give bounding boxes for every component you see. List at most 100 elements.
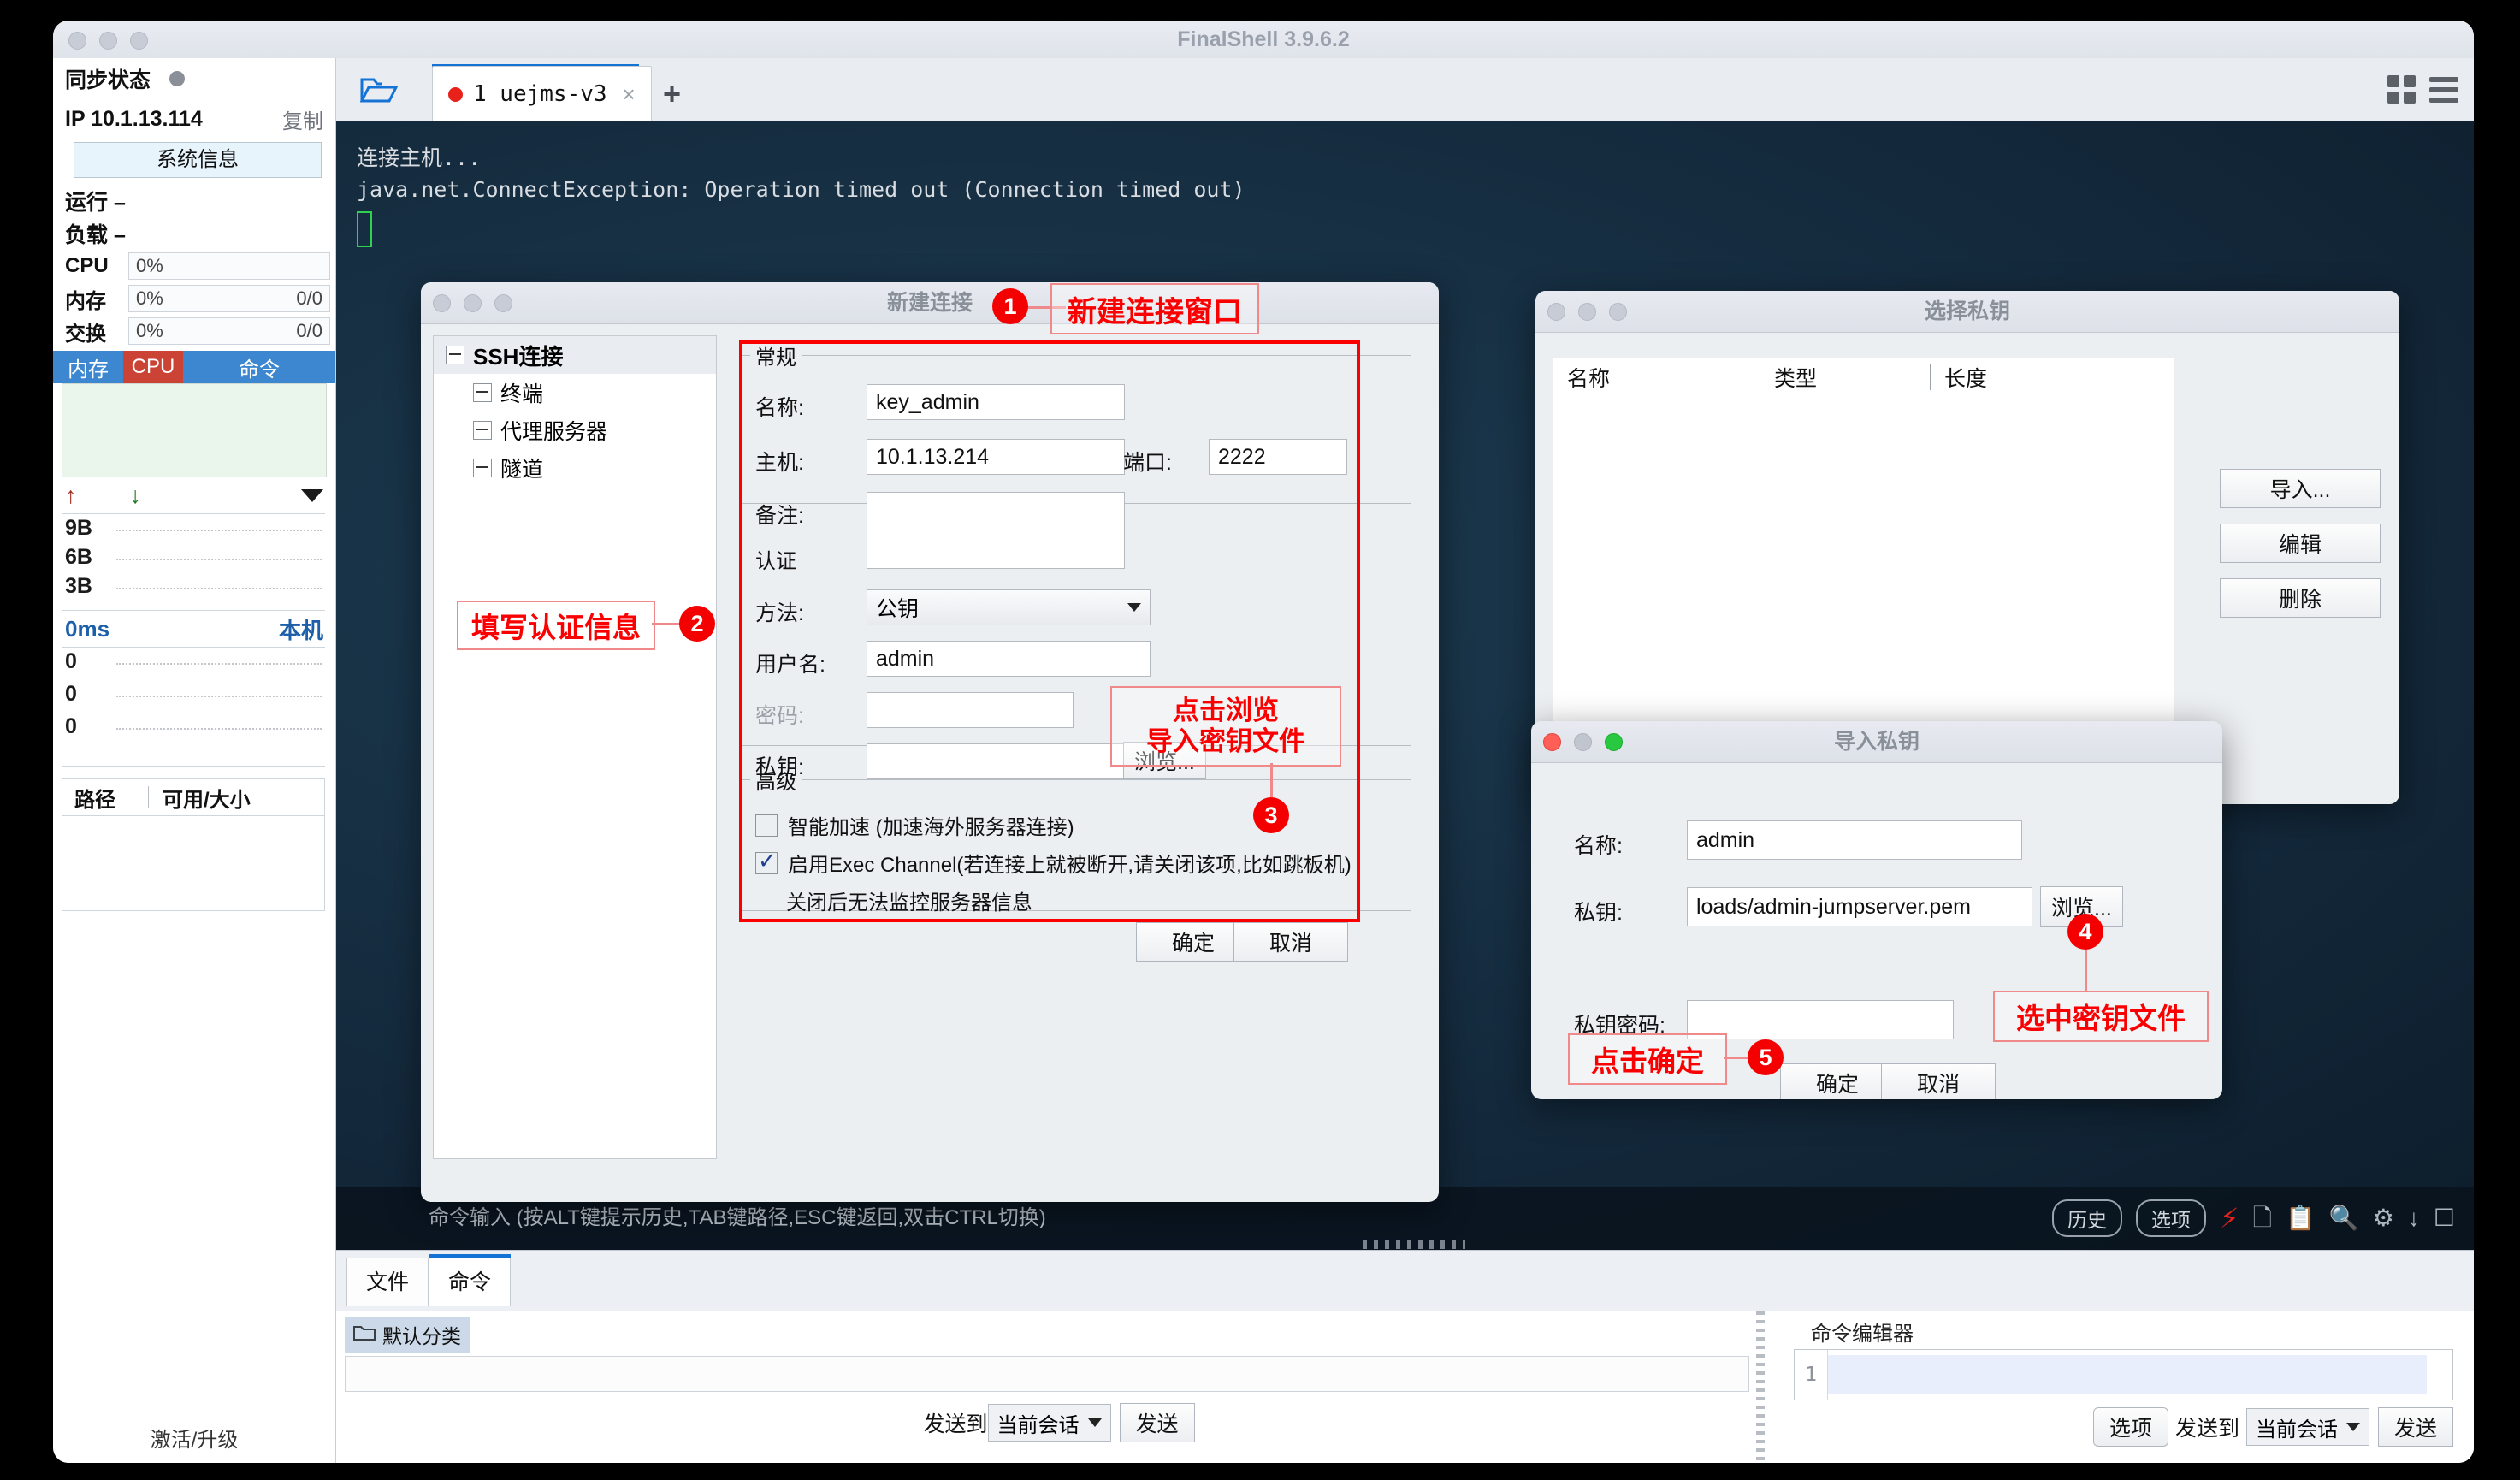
bottom-tabs[interactable]: 文件 命令 bbox=[346, 1254, 512, 1306]
terminal-cursor bbox=[357, 211, 372, 247]
latency-host-label: 本机 bbox=[278, 617, 323, 643]
connection-type-tree[interactable]: SSH连接 终端 代理服务器 隧道 bbox=[433, 335, 717, 1159]
tree-expander-terminal-icon[interactable] bbox=[473, 383, 492, 402]
username-input[interactable]: admin bbox=[867, 641, 1151, 677]
mini-tab-cpu[interactable]: CPU bbox=[123, 351, 183, 383]
new-tab-button[interactable]: + bbox=[663, 79, 681, 110]
import-key-title: 导入私钥 bbox=[1833, 730, 1920, 754]
gear-icon[interactable]: ⚙ bbox=[2373, 1206, 2394, 1230]
grid-view-icon[interactable] bbox=[2387, 75, 2416, 104]
latency-row: 0ms 本机 bbox=[53, 611, 335, 647]
tree-item-ssh[interactable]: SSH连接 bbox=[434, 336, 716, 374]
search-icon[interactable]: 🔍 bbox=[2329, 1206, 2359, 1230]
folder-open-icon[interactable] bbox=[359, 75, 399, 104]
tree-item-tunnel[interactable]: 隧道 bbox=[434, 449, 716, 487]
paste-icon[interactable]: 📋 bbox=[2286, 1206, 2316, 1230]
import-key-cancel-button[interactable]: 取消 bbox=[1881, 1063, 1996, 1099]
metric-cpu-bar: 0% bbox=[128, 252, 330, 280]
annotation-3-line-2: 导入密钥文件 bbox=[1146, 726, 1305, 756]
activate-upgrade-link[interactable]: 激活/升级 bbox=[53, 1423, 335, 1453]
download-icon[interactable]: ↓ bbox=[2408, 1206, 2420, 1230]
net-gridline-2 bbox=[116, 559, 322, 560]
close-tab-icon[interactable]: × bbox=[623, 81, 636, 108]
net-axis-9b: 9B bbox=[65, 516, 92, 540]
sync-status-row: 同步状态 bbox=[53, 58, 335, 99]
sidebar-mini-tabs[interactable]: 内存 CPU 命令 bbox=[53, 351, 335, 383]
editor-chevron-down-icon bbox=[2345, 1423, 2360, 1431]
metric-memory-label: 内存 bbox=[65, 289, 106, 313]
key-table[interactable]: 名称 类型 长度 bbox=[1553, 358, 2174, 778]
tab-commands[interactable]: 命令 bbox=[429, 1254, 512, 1306]
copy-ip-button[interactable]: 复制 bbox=[282, 104, 323, 134]
tab-files[interactable]: 文件 bbox=[346, 1258, 429, 1306]
chevron-down-icon bbox=[1087, 1418, 1102, 1427]
annotation-3-line-1: 点击浏览 bbox=[1173, 696, 1279, 726]
send-button[interactable]: 发送 bbox=[1119, 1403, 1195, 1442]
window-icon[interactable]: ☐ bbox=[2434, 1206, 2455, 1230]
import-key-ok-button[interactable]: 确定 bbox=[1780, 1063, 1895, 1099]
host-input[interactable]: 10.1.13.214 bbox=[867, 439, 1125, 475]
mini-tab-command[interactable]: 命令 bbox=[183, 351, 335, 383]
password-input[interactable] bbox=[867, 692, 1074, 728]
view-mode-buttons[interactable] bbox=[2387, 75, 2458, 104]
exec-channel-checkbox[interactable] bbox=[755, 848, 778, 874]
session-tab[interactable]: 1 uejms-v3 × bbox=[432, 66, 652, 121]
general-group: 常规 名称: key_admin 主机: 10.1.13.214 端口: 222… bbox=[739, 340, 1411, 569]
new-connection-title: 新建连接 bbox=[886, 291, 973, 315]
tree-expander-tunnel-icon[interactable] bbox=[473, 459, 492, 477]
history-button[interactable]: 历史 bbox=[2052, 1199, 2123, 1237]
system-info-button[interactable]: 系统信息 bbox=[74, 142, 322, 178]
tree-item-terminal[interactable]: 终端 bbox=[434, 374, 716, 411]
new-connection-cancel-button[interactable]: 取消 bbox=[1233, 922, 1348, 962]
editor-send-button[interactable]: 发送 bbox=[2377, 1407, 2453, 1447]
mini-tab-memory[interactable]: 内存 bbox=[53, 351, 123, 383]
import-key-button[interactable]: 导入... bbox=[2220, 469, 2381, 508]
metric-swap: 交换 0% 0/0 bbox=[53, 315, 335, 347]
bottom-split-handle[interactable] bbox=[1756, 1311, 1765, 1463]
options-button[interactable]: 选项 bbox=[2136, 1199, 2207, 1237]
exec-channel-row[interactable]: 启用Exec Channel(若连接上就被断开,请关闭该项,比如跳板机) bbox=[755, 848, 1352, 878]
auth-method-select[interactable]: 公钥 bbox=[867, 589, 1151, 625]
metric-swap-bar: 0% 0/0 bbox=[128, 317, 330, 345]
network-dropdown-caret-icon[interactable] bbox=[301, 488, 323, 502]
metric-memory-value: 0% bbox=[136, 287, 163, 309]
disk-col-divider bbox=[148, 786, 149, 808]
smart-accel-checkbox[interactable] bbox=[755, 814, 778, 837]
command-editor-input[interactable]: 1 bbox=[1794, 1349, 2453, 1400]
copy-icon[interactable]: 🗋 bbox=[2253, 1206, 2273, 1230]
exec-channel-sub-label: 关闭后无法监控服务器信息 bbox=[786, 891, 1032, 915]
terminal-toolbar[interactable]: 历史 选项 ⚡ 🗋 📋 🔍 ⚙ ↓ ☐ bbox=[2052, 1187, 2455, 1250]
edit-key-button[interactable]: 编辑 bbox=[2220, 524, 2381, 563]
command-editor-title: 命令编辑器 bbox=[1811, 1323, 1914, 1346]
smart-accel-row[interactable]: 智能加速 (加速海外服务器连接) bbox=[755, 810, 1074, 840]
command-list-row[interactable] bbox=[345, 1356, 1749, 1392]
tree-expander-proxy-icon[interactable] bbox=[473, 421, 492, 440]
list-view-icon[interactable] bbox=[2429, 76, 2458, 103]
command-category-item[interactable]: 默认分类 bbox=[345, 1317, 470, 1353]
delete-key-button[interactable]: 删除 bbox=[2220, 578, 2381, 618]
session-status-icon bbox=[448, 86, 463, 102]
annotation-3-label: 点击浏览 导入密钥文件 bbox=[1110, 686, 1341, 767]
general-group-legend: 常规 bbox=[755, 346, 796, 370]
note-label: 备注: bbox=[755, 504, 804, 528]
command-editor: 命令编辑器 1 选项 发送到 当前会话 发送 bbox=[1782, 1311, 2474, 1463]
import-name-input[interactable]: admin bbox=[1687, 820, 2022, 860]
disk-col-size: 可用/大小 bbox=[163, 788, 251, 812]
load-row: 负载 – bbox=[65, 223, 126, 247]
panel-resize-handle[interactable] bbox=[1363, 1240, 1465, 1249]
session-tabbar: 1 uejms-v3 × + bbox=[336, 58, 2474, 121]
session-target-select[interactable]: 当前会话 bbox=[987, 1404, 1111, 1442]
name-input[interactable]: key_admin bbox=[867, 384, 1125, 420]
metric-cpu: CPU 0% bbox=[53, 250, 335, 282]
annotation-2-label: 填写认证信息 bbox=[457, 601, 655, 650]
editor-options-button[interactable]: 选项 bbox=[2092, 1407, 2168, 1447]
tree-item-proxy[interactable]: 代理服务器 bbox=[434, 411, 716, 449]
import-key-path-input[interactable]: loads/admin-jumpserver.pem bbox=[1687, 887, 2032, 926]
port-input[interactable]: 2222 bbox=[1209, 439, 1347, 475]
latency-value: 0ms bbox=[65, 615, 110, 642]
command-category-label: 默认分类 bbox=[382, 1325, 461, 1347]
editor-session-target-select[interactable]: 当前会话 bbox=[2245, 1408, 2369, 1446]
tree-expander-icon[interactable] bbox=[446, 346, 464, 364]
bolt-icon[interactable]: ⚡ bbox=[2220, 1205, 2239, 1232]
window-title: FinalShell 3.9.6.2 bbox=[1177, 27, 1350, 51]
